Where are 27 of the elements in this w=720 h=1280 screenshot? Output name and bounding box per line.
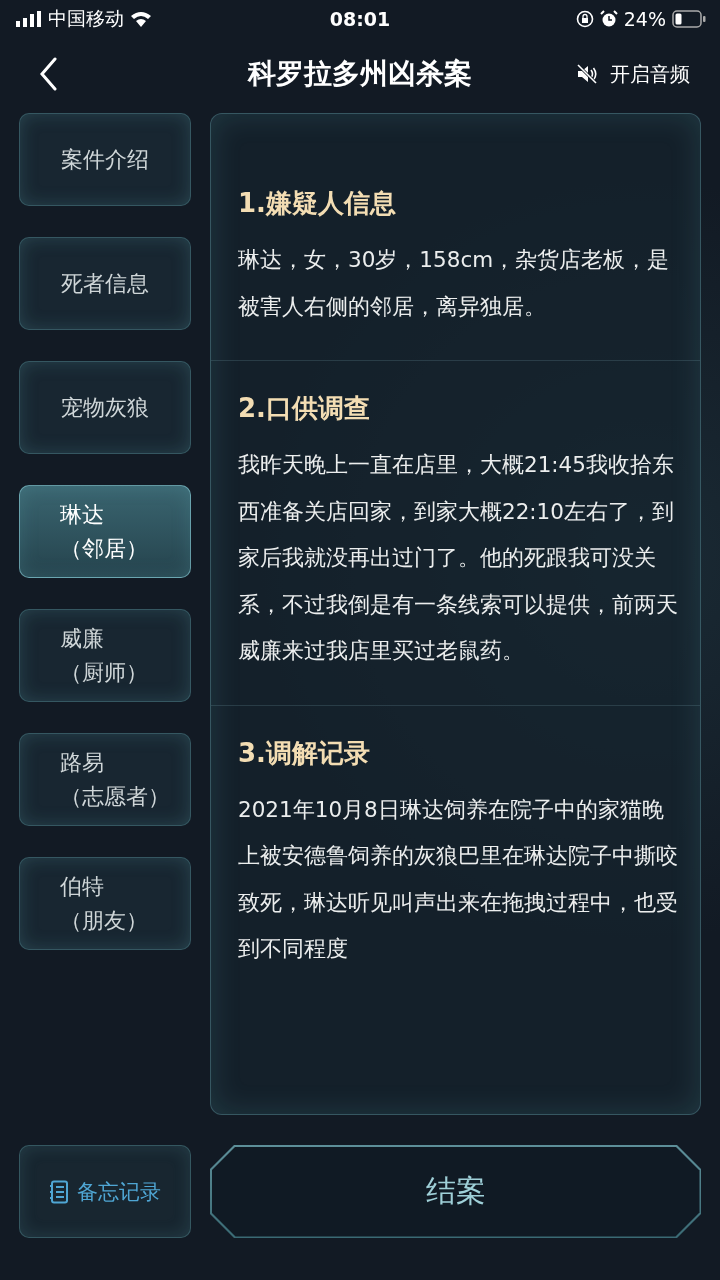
muted-speaker-icon <box>576 63 598 85</box>
page-title: 科罗拉多州凶杀案 <box>248 57 472 90</box>
section-text: 我昨天晚上一直在店里，大概21:45我收拾东西准备关店回家，到家大概22:10左右了，到家后我就没再出过门了。他的死跟我可没关系，不过我倒是有一条线索可以提供，前两天威廉来过我店里买过老鼠药。 <box>238 451 679 665</box>
section-text: 琳达，女，30岁，158cm，杂货店老板，是被害人右侧的邻居，离异独居。 <box>238 246 671 321</box>
sidebar-tab[interactable]: 案件介绍 <box>19 113 191 206</box>
section-title: 3.调解记录 <box>238 736 371 770</box>
battery-icon <box>672 10 706 28</box>
alarm-clock-icon <box>599 10 618 28</box>
sidebar-tab[interactable]: 伯特 （朋友） <box>19 857 191 950</box>
section-title: 1.嫌疑人信息 <box>238 187 397 220</box>
battery-percent: 24% <box>623 8 666 30</box>
sidebar-tab[interactable]: 威廉 （厨师） <box>19 609 191 702</box>
carrier-name: 中国移动 <box>48 6 124 31</box>
sidebar-tab[interactable]: 路易 （志愿者） <box>19 733 191 826</box>
sidebar-tab[interactable]: 宠物灰狼 <box>19 361 191 454</box>
wifi-icon <box>130 11 152 27</box>
section-title: 2.口供调查 <box>238 392 371 425</box>
notebook-icon <box>49 1179 69 1204</box>
rotation-lock-icon <box>575 10 594 28</box>
audio-toggle[interactable]: 开启音频 <box>576 60 690 88</box>
signal-icon <box>16 11 42 27</box>
clock-time: 08:01 <box>329 8 391 30</box>
sidebar-tab[interactable]: 琳达 （邻居） <box>19 485 191 578</box>
close-case-button[interactable]: 结案 <box>210 1145 701 1238</box>
sidebar-tab[interactable]: 死者信息 <box>19 237 191 330</box>
section-text: 2021年10月8日琳达饲养在院子中的家猫晚上被安德鲁饲养的灰狼巴里在琳达院子中撕咬致死，琳达听见叫声出来在拖拽过程中，也受到不同程度 <box>238 795 679 963</box>
memo-button[interactable]: 备忘记录 <box>19 1145 191 1238</box>
